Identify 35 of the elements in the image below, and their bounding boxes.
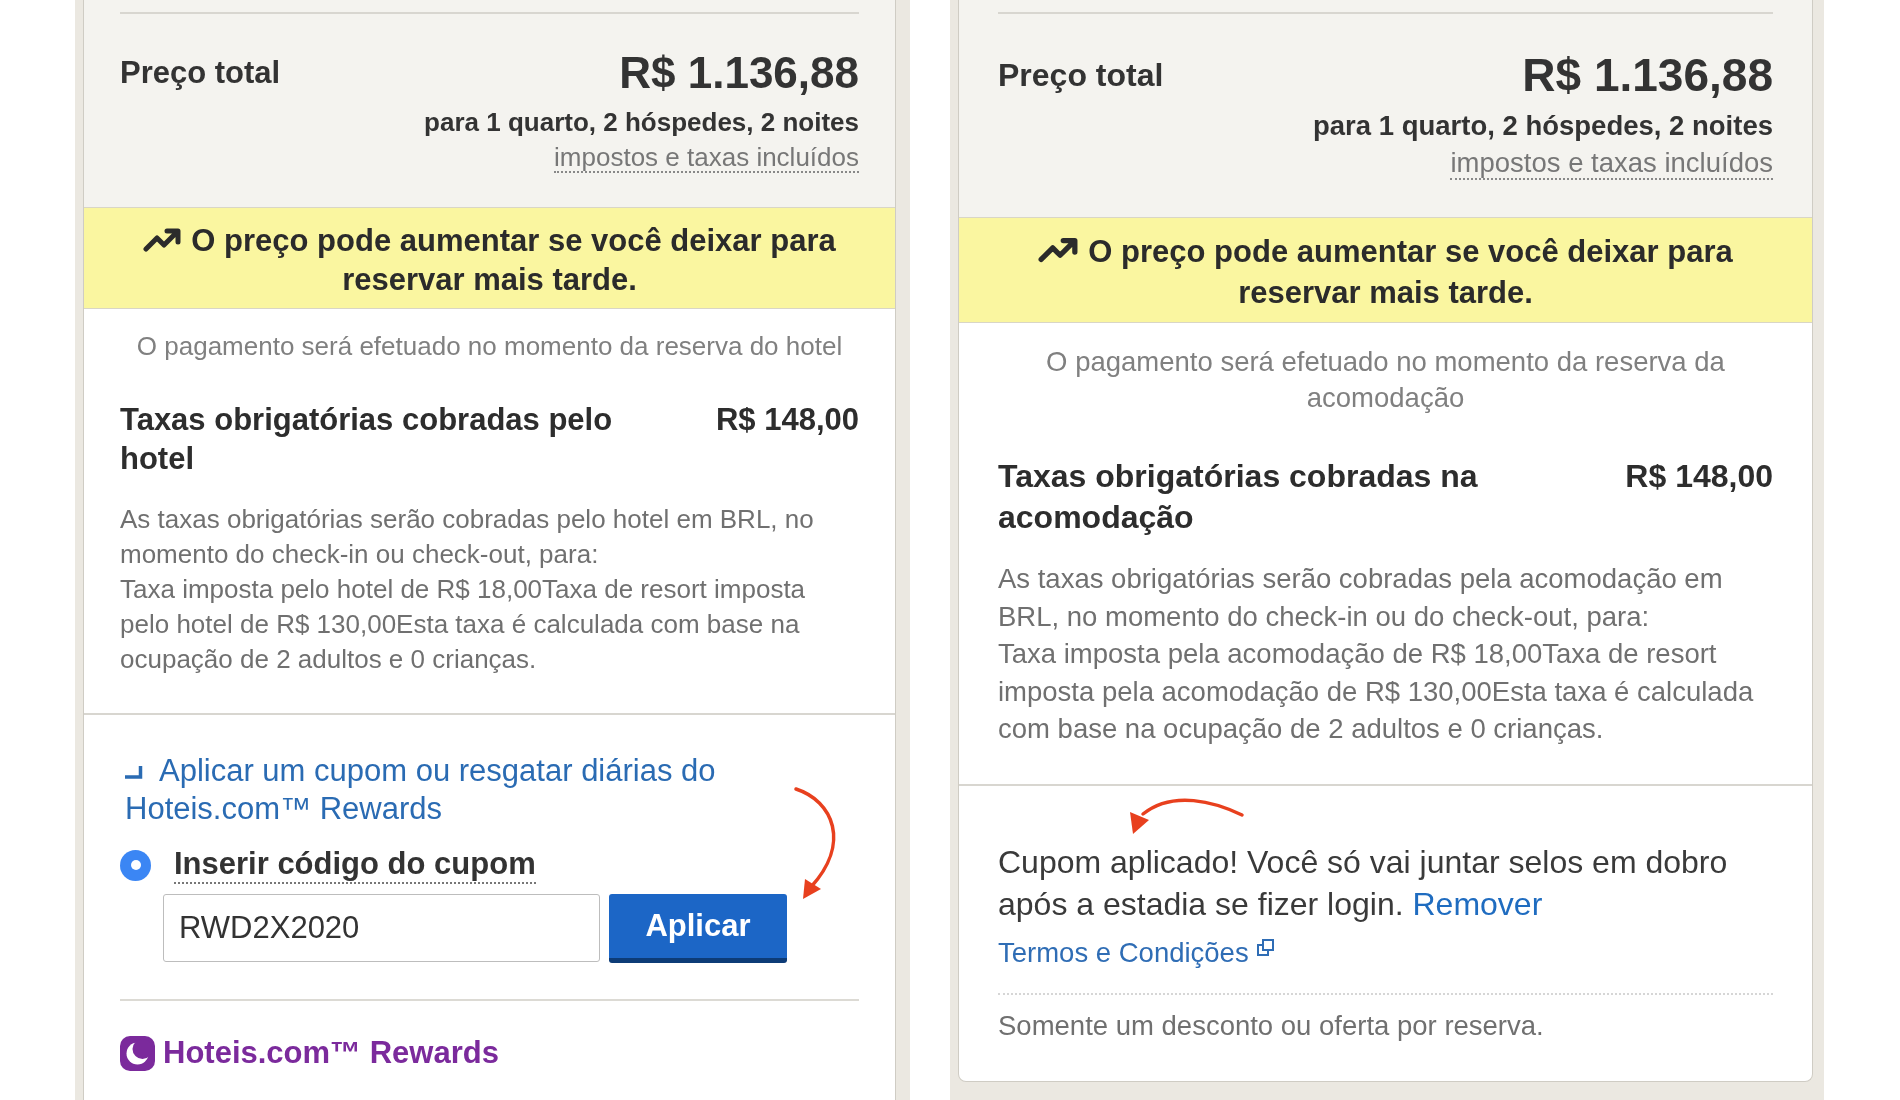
price-alert-text: O preço pode aumentar se você deixar para reservar mais tarde.: [1088, 234, 1733, 310]
trending-up-icon: [143, 227, 182, 253]
rewards-title: Hoteis.com™ Rewards: [163, 1034, 499, 1072]
fees-amount: R$ 148,00: [1625, 457, 1773, 496]
coupon-toggle-link[interactable]: Aplicar um cupom ou resgatar diárias do Hoteis.com™ Rewards: [120, 752, 859, 828]
coupon-applied-message: Cupom aplicado! Você só vai juntar selos em dobro após a estadia se fizer login. Remover: [998, 842, 1729, 924]
fees-title: Taxas obrigatórias cobradas pelo hotel: [120, 401, 614, 478]
total-price-label: Preço total: [998, 56, 1164, 95]
coupon-option-label[interactable]: Inserir código do cupom: [174, 846, 536, 884]
total-price-amount: R$ 1.136,88: [619, 48, 859, 98]
fees-description: Taxa imposta pela acomodação de R$ 18,00Taxa de resort imposta pela acomodação de R$ 130,00Esta taxa é calculada com base na ocupação de 2 adultos e 0 crianças.: [998, 637, 1755, 746]
taxes-included-note[interactable]: impostos e taxas incluídos: [554, 143, 859, 173]
trending-up-icon: [1038, 236, 1079, 264]
total-price-amount: R$ 1.136,88: [1522, 49, 1773, 101]
fees-title: Taxas obrigatórias cobradas na acomodação: [998, 457, 1479, 537]
radio-button[interactable]: [120, 849, 151, 881]
fees-description: As taxas obrigatórias serão cobradas pelo hotel em BRL, no momento do check-in ou check-out, para:: [120, 503, 815, 571]
total-price-label: Preço total: [120, 54, 281, 92]
coupon-note: Somente um desconto ou oferta por reserva.: [998, 1008, 1545, 1043]
external-link-icon: [1256, 938, 1274, 956]
stay-details: para 1 quarto, 2 hóspedes, 2 noites: [1313, 110, 1773, 142]
taxes-included-note[interactable]: impostos e taxas incluídos: [1450, 148, 1773, 180]
corner-icon: [125, 766, 143, 779]
fees-amount: R$ 148,00: [715, 401, 859, 439]
stay-details: para 1 quarto, 2 hóspedes, 2 noites: [424, 107, 859, 137]
terms-link[interactable]: Termos e Condições: [998, 936, 1274, 968]
fees-description: As taxas obrigatórias serão cobradas pela acomodação em BRL, no momento do check-in ou do check-out, para:: [998, 562, 1724, 634]
moon-logo-icon: [120, 1035, 155, 1071]
coupon-code-input[interactable]: RWD2X2020: [163, 894, 600, 962]
apply-button[interactable]: Aplicar: [609, 894, 787, 963]
fees-description: Taxa imposta pelo hotel de R$ 18,00Taxa de resort imposta pelo hotel de R$ 130,00Esta taxa é calculada com base na ocupação de 2 adultos e 0 crianças.: [120, 573, 807, 676]
price-alert-text: O preço pode aumentar se você deixar para reservar mais tarde.: [191, 223, 836, 297]
remove-link[interactable]: Remover: [1412, 885, 1543, 922]
payment-note: O pagamento será efetuado no momento da reserva da acomodação: [1045, 345, 1726, 415]
payment-note: O pagamento será efetuado no momento da reserva do hotel: [135, 330, 844, 362]
